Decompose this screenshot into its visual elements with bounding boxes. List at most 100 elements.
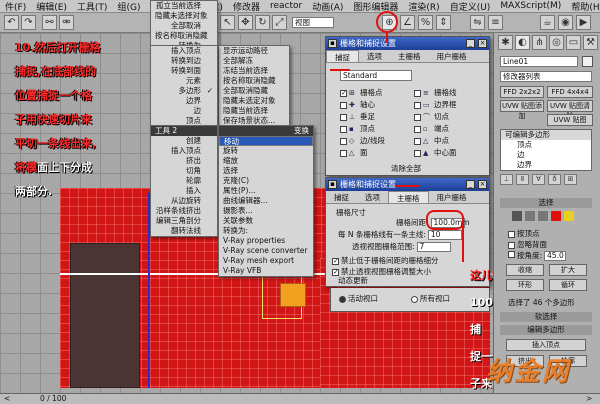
clear-all-button[interactable]: 清除全部 bbox=[391, 163, 421, 174]
snap-type-dropdown[interactable]: Standard bbox=[340, 70, 412, 81]
menu-item[interactable]: 帮助(H) bbox=[566, 0, 600, 13]
major-lines-input[interactable]: 10 bbox=[427, 230, 462, 240]
utilities-tab-icon[interactable]: ⚒ bbox=[583, 35, 598, 50]
menu-item[interactable]: 挤出 bbox=[151, 156, 217, 166]
ffd2-button[interactable]: FFD 2x2x2 bbox=[500, 86, 544, 98]
percent-snap-icon[interactable]: % bbox=[418, 15, 433, 30]
align-icon[interactable]: ≡ bbox=[488, 15, 503, 30]
shrink-button[interactable]: 收缩 bbox=[506, 264, 544, 276]
menu-item[interactable]: V-Ray properties bbox=[219, 236, 313, 246]
snap-checkbox[interactable]: ⊥ 垂足 bbox=[340, 111, 375, 122]
menu-item[interactable]: 件(F) bbox=[0, 0, 31, 13]
menu-item[interactable]: 隐藏当前选择 bbox=[219, 106, 289, 116]
redo-icon[interactable]: ↷ bbox=[21, 15, 36, 30]
edge-mode-icon[interactable] bbox=[525, 211, 535, 221]
menu-item[interactable]: 转换为: bbox=[219, 226, 313, 236]
by-vertex-checkbox[interactable]: 按顶点 bbox=[508, 228, 540, 239]
menu-item[interactable]: V-Ray scene converter bbox=[219, 246, 313, 256]
menu-item[interactable]: 轮廓 bbox=[151, 176, 217, 186]
menu-item[interactable]: 全部解冻 bbox=[219, 56, 289, 66]
snap-checkbox[interactable]: ▪ 顶点 bbox=[340, 123, 375, 134]
snap-checkbox[interactable]: ⌒ 切点 bbox=[414, 111, 449, 122]
angle-input[interactable]: 45.0 bbox=[544, 251, 567, 261]
grow-button[interactable]: 扩大 bbox=[549, 264, 587, 276]
link-icon[interactable]: ⚯ bbox=[42, 15, 57, 30]
render-icon[interactable]: ◉ bbox=[558, 15, 573, 30]
move-icon[interactable]: ✥ bbox=[238, 15, 253, 30]
motion-tab-icon[interactable]: ◎ bbox=[549, 35, 564, 50]
menu-item[interactable]: 曲线编辑器... bbox=[219, 196, 313, 206]
menu-item[interactable]: 旋转 bbox=[219, 146, 313, 156]
snap-checkbox[interactable]: ▭ 边界框 bbox=[414, 99, 457, 110]
ignore-backface-checkbox[interactable]: 忽略背面 bbox=[508, 239, 547, 250]
dialog-tab[interactable]: 主栅格 bbox=[388, 191, 429, 203]
menu-item[interactable]: 图形编辑器 bbox=[348, 0, 403, 13]
time-slider-right-icon[interactable]: > bbox=[586, 394, 592, 404]
dialog-tab[interactable]: 选项 bbox=[359, 50, 390, 62]
snap-checkbox[interactable]: ✚ 轴心 bbox=[340, 99, 375, 110]
menu-item[interactable]: 边 bbox=[151, 106, 217, 116]
loop-button[interactable]: 循环 bbox=[549, 279, 587, 291]
menu-item[interactable]: 克隆(C) bbox=[219, 176, 313, 186]
uvw-add-button[interactable]: UVW 贴图添加 bbox=[500, 100, 544, 120]
stack-item[interactable]: 顶点 bbox=[501, 140, 591, 150]
select-icon[interactable]: ↖ bbox=[220, 15, 235, 30]
minimize-icon[interactable]: _ bbox=[466, 39, 475, 48]
vertex-mode-icon[interactable] bbox=[512, 211, 522, 221]
menu-item[interactable]: 全部取消隐藏 bbox=[219, 86, 289, 96]
menu-item[interactable]: 自定义(U) bbox=[445, 0, 496, 13]
minimize-icon[interactable]: _ bbox=[466, 180, 475, 189]
menu-item[interactable]: 工具(T) bbox=[72, 0, 113, 13]
stack-item[interactable]: 可编辑多边形 bbox=[501, 130, 591, 140]
active-viewport-radio[interactable]: 活动视口 bbox=[339, 293, 378, 304]
menu-item[interactable]: 隐藏未选定对象 bbox=[219, 96, 289, 106]
menu-item[interactable]: 边界 bbox=[151, 96, 217, 106]
snap-checkbox[interactable]: ▫ 端点 bbox=[414, 123, 449, 134]
edit-polygons-header[interactable]: 编辑多边形 bbox=[500, 325, 592, 335]
element-mode-icon[interactable] bbox=[564, 211, 574, 221]
menu-item[interactable]: 孤立当前选择 bbox=[151, 1, 217, 11]
menu-item[interactable]: 插入 bbox=[151, 186, 217, 196]
menu-item[interactable]: 编辑三角剖分 bbox=[151, 216, 217, 226]
menu-item[interactable]: 显示运动路径 bbox=[219, 46, 289, 56]
dialog-tab[interactable]: 用户栅格 bbox=[429, 50, 475, 62]
pin-icon[interactable]: ⊥ bbox=[500, 174, 513, 185]
snap-checkbox[interactable]: ≡ 栅格线 bbox=[414, 87, 457, 98]
menu-item[interactable]: 沿样条线挤出 bbox=[151, 206, 217, 216]
angle-snap-icon[interactable]: ∠ bbox=[400, 15, 415, 30]
dialog-tab[interactable]: 主栅格 bbox=[390, 50, 429, 62]
menu-item[interactable]: 从边旋转 bbox=[151, 196, 217, 206]
menu-item[interactable]: 多边形 bbox=[151, 86, 217, 96]
persp-extent-input[interactable]: 7 bbox=[416, 242, 451, 252]
menu-item[interactable]: reactor bbox=[265, 1, 307, 11]
uvw-clear-button[interactable]: UVW 贴图清除 bbox=[547, 100, 593, 120]
render-setup-icon[interactable]: ☕ bbox=[540, 15, 555, 30]
stack-item[interactable]: 边界 bbox=[501, 160, 591, 170]
spinner-snap-icon[interactable]: ⇕ bbox=[436, 15, 451, 30]
polygon-mode-icon[interactable] bbox=[551, 211, 561, 221]
view-select[interactable]: 视图 bbox=[292, 17, 334, 28]
rotate-icon[interactable]: ↻ bbox=[255, 15, 270, 30]
menu-item[interactable]: 按名称取消隐藏 bbox=[219, 76, 289, 86]
menu-item[interactable]: 动画(A) bbox=[307, 0, 348, 13]
close-icon[interactable]: × bbox=[478, 39, 487, 48]
snap-checkbox[interactable]: ▲ 中心面 bbox=[414, 147, 457, 158]
configure-icon[interactable]: ⊞ bbox=[564, 174, 577, 185]
menu-item[interactable]: 缩放 bbox=[219, 156, 313, 166]
create-tab-icon[interactable]: ✱ bbox=[498, 35, 513, 50]
menu-item[interactable]: 转换到边 bbox=[151, 56, 217, 66]
modifier-list-dropdown[interactable]: 修改器列表 bbox=[500, 71, 592, 82]
object-color-swatch[interactable] bbox=[582, 56, 593, 67]
menu-item[interactable]: V-Ray VFB bbox=[219, 266, 313, 276]
menu-item[interactable]: 渲染(R) bbox=[403, 0, 444, 13]
menu-item[interactable]: 插入顶点 bbox=[151, 46, 217, 56]
object-name-input[interactable]: Line01 bbox=[500, 56, 578, 67]
stack-item[interactable]: 边 bbox=[501, 150, 591, 160]
all-viewports-radio[interactable]: 所有视口 bbox=[411, 293, 450, 304]
snap-checkbox[interactable]: ✓ ⊞ 栅格点 bbox=[340, 87, 383, 98]
unique-icon[interactable]: ∀ bbox=[532, 174, 545, 185]
snap-checkbox[interactable]: △ 面 bbox=[340, 147, 368, 158]
modifier-stack[interactable]: 可编辑多边形 顶点边边界 bbox=[500, 129, 592, 171]
soft-selection-header[interactable]: 软选择 bbox=[500, 312, 592, 322]
ring-button[interactable]: 环形 bbox=[506, 279, 544, 291]
